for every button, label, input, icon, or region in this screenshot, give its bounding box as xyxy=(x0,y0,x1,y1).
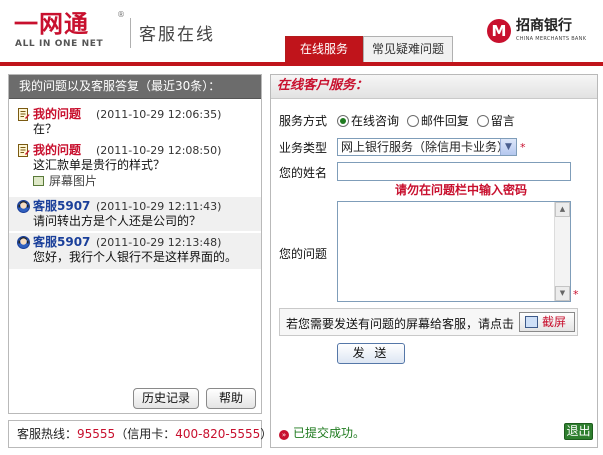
list-item: 客服5907 (2011-10-29 12:11:43) 请问转出方是个人还是公… xyxy=(9,197,261,231)
message-time: (2011-10-29 12:08:50) xyxy=(96,144,222,157)
message-sender: 客服5907 xyxy=(33,199,91,213)
question-textarea[interactable]: ▲ ▼ xyxy=(337,201,571,302)
header-separator xyxy=(130,18,131,48)
password-warning: 请勿在问题栏中输入密码 xyxy=(395,183,528,197)
required-mark: * xyxy=(520,141,526,154)
message-time: (2011-10-29 12:06:35) xyxy=(96,108,222,121)
service-form-panel: 在线客户服务： 服务方式 在线咨询 邮件回复 留言 业务类型 网上银行服务（除信… xyxy=(270,74,598,448)
service-mode-group: 在线咨询 邮件回复 留言 xyxy=(337,112,519,128)
hotline-bar: 客服热线：95555（信用卡：400-820-5555） xyxy=(8,420,272,448)
hotline-label: 客服热线： xyxy=(17,427,78,441)
screenshot-attachment-link[interactable]: 屏幕图片 xyxy=(17,173,261,189)
submit-status: » 已提交成功。 xyxy=(279,424,365,441)
name-input[interactable] xyxy=(337,162,571,181)
bank-name: 招商银行 xyxy=(516,18,572,34)
image-icon xyxy=(33,176,44,186)
agent-avatar-icon xyxy=(17,236,30,249)
tab-online-service[interactable]: 在线服务 xyxy=(285,36,363,62)
exit-button[interactable]: 退出 xyxy=(564,423,593,440)
name-label: 您的姓名 xyxy=(279,166,328,180)
screen-icon xyxy=(525,316,538,328)
credit-card-label: （信用卡： xyxy=(115,427,176,441)
business-type-select[interactable]: 网上银行服务（除信用卡业务） ▼ xyxy=(337,138,517,156)
screenshot-button-label: 截屏 xyxy=(542,315,567,329)
radio-label: 在线咨询 xyxy=(351,114,400,128)
agent-avatar-icon xyxy=(17,200,30,213)
capture-prompt: 若您需要发送有问题的屏幕给客服，请点击 xyxy=(286,317,515,331)
message-list: 我的问题 (2011-10-29 12:06:35) 在？ 我的问题 (2011… xyxy=(9,99,261,379)
radio-email-reply[interactable] xyxy=(406,115,419,127)
message-sender: 客服5907 xyxy=(33,235,91,249)
message-text: 您好，我行个人银行不是这样界面的。 xyxy=(33,250,238,264)
send-button[interactable]: 发 送 xyxy=(337,343,405,364)
message-text: 请问转出方是个人还是公司的？ xyxy=(33,214,202,228)
radio-online-consult[interactable] xyxy=(337,115,349,127)
screenshot-button[interactable]: 截屏 xyxy=(519,312,575,332)
message-sender: 我的问题 xyxy=(33,107,82,121)
message-time: (2011-10-29 12:11:43) xyxy=(96,200,222,213)
business-type-label: 业务类型 xyxy=(279,141,328,155)
service-form-title: 在线客户服务： xyxy=(271,75,597,99)
conversation-panel-title: 我的问题以及客服答复（最近30条）： xyxy=(9,75,261,99)
textarea-scrollbar[interactable]: ▲ ▼ xyxy=(554,202,570,301)
conversation-panel: 我的问题以及客服答复（最近30条）： 我的问题 (2011-10-29 12:0… xyxy=(8,74,262,414)
list-item: 客服5907 (2011-10-29 12:13:48) 您好，我行个人银行不是… xyxy=(9,233,261,269)
service-title: 客服在线 xyxy=(139,25,215,45)
screen-capture-box: 若您需要发送有问题的屏幕给客服，请点击 截屏 xyxy=(279,308,578,336)
brand-subtitle: ALL IN ONE NET xyxy=(15,39,104,49)
question-note-icon xyxy=(18,144,30,157)
list-item: 我的问题 (2011-10-29 12:06:35) 在？ xyxy=(9,107,261,139)
chevron-down-icon[interactable]: ▼ xyxy=(500,139,516,155)
radio-leave-message[interactable] xyxy=(476,115,489,127)
scroll-up-icon[interactable]: ▲ xyxy=(555,202,570,217)
brand-name: 一网通 xyxy=(14,9,89,38)
history-button[interactable]: 历史记录 xyxy=(133,388,199,409)
scroll-down-icon[interactable]: ▼ xyxy=(555,286,570,301)
message-text: 在？ xyxy=(33,122,58,136)
required-mark: * xyxy=(573,288,579,301)
cmb-emblem-icon: M xyxy=(487,19,511,43)
header: 一网通 ® ALL IN ONE NET 客服在线 M 招商银行 CHINA M… xyxy=(0,0,603,66)
radio-label: 留言 xyxy=(490,114,515,128)
header-rule xyxy=(0,62,603,66)
registered-mark: ® xyxy=(117,10,125,19)
question-label: 您的问题 xyxy=(279,247,328,261)
message-time: (2011-10-29 12:13:48) xyxy=(96,236,222,249)
radio-label: 邮件回复 xyxy=(420,114,469,128)
status-text: 已提交成功。 xyxy=(293,426,366,440)
left-panel-buttons: 历史记录 帮助 xyxy=(9,386,261,410)
hotline-number: 95555 xyxy=(77,427,116,441)
service-mode-label: 服务方式 xyxy=(279,114,328,128)
all-in-one-net-logo: 一网通 ® ALL IN ONE NET xyxy=(14,10,126,50)
bank-name-en: CHINA MERCHANTS BANK xyxy=(516,36,587,42)
question-note-icon xyxy=(18,108,30,121)
attachment-label: 屏幕图片 xyxy=(49,174,98,188)
list-item: 我的问题 (2011-10-29 12:08:50) 这汇款单是贵行的样式？ 屏… xyxy=(9,143,261,195)
status-arrow-icon: » xyxy=(279,430,289,440)
credit-card-number: 400-820-5555 xyxy=(175,427,261,441)
tab-faq[interactable]: 常见疑难问题 xyxy=(363,36,453,62)
business-type-value: 网上银行服务（除信用卡业务） xyxy=(341,140,510,154)
cmb-logo: M 招商银行 CHINA MERCHANTS BANK xyxy=(487,18,597,48)
message-text: 这汇款单是贵行的样式？ xyxy=(33,158,166,172)
help-button[interactable]: 帮助 xyxy=(206,388,256,409)
message-sender: 我的问题 xyxy=(33,143,82,157)
